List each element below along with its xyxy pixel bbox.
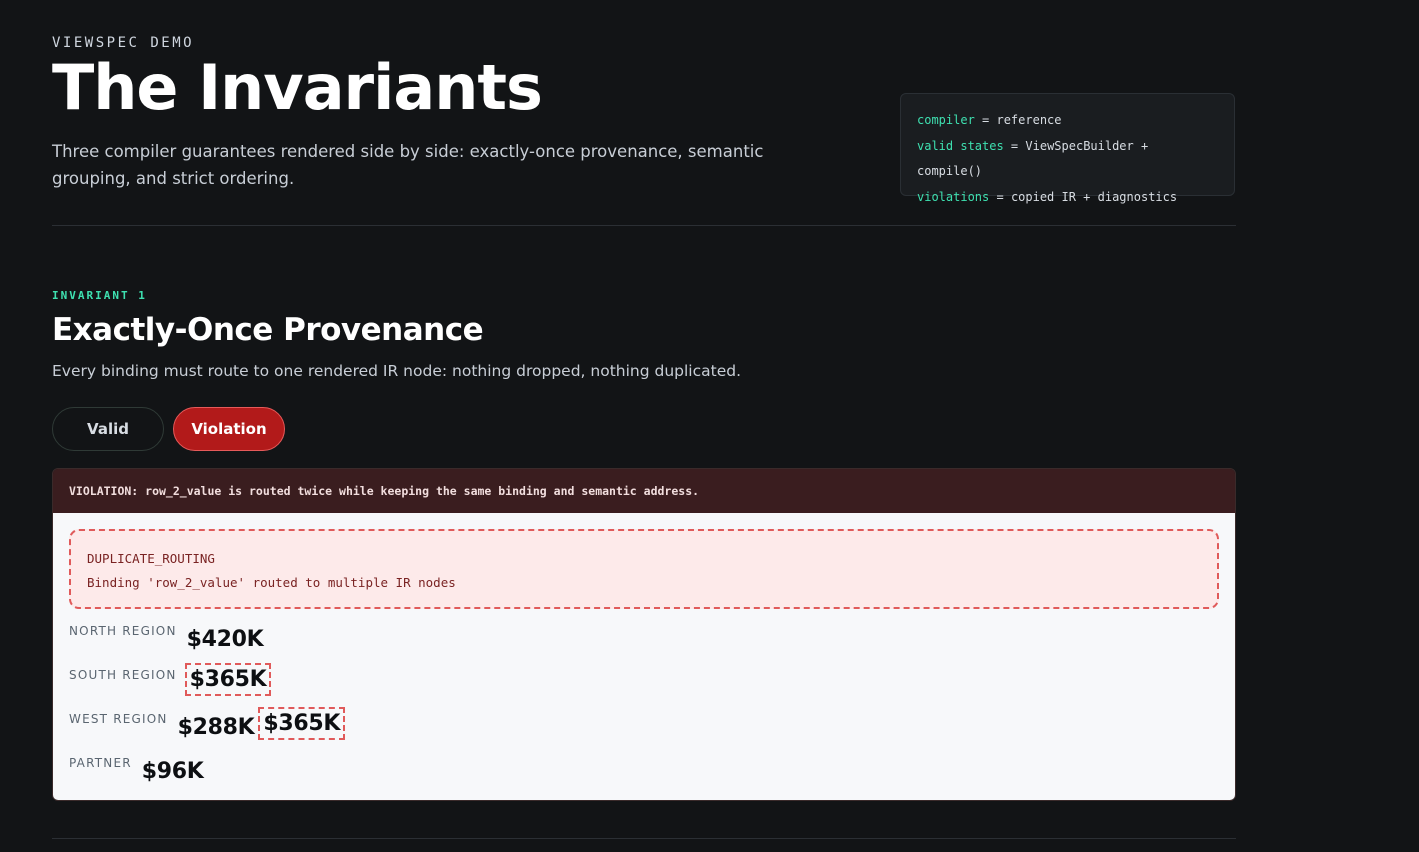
code-op: = [989,189,1011,204]
metric-label: NORTH REGION [69,624,177,638]
metric-value: $288K [177,715,255,740]
code-line-compiler: compiler = reference [917,108,1218,134]
violation-toggle-button[interactable]: Violation [173,407,285,451]
section-eyebrow: INVARIANT 1 [52,289,147,302]
code-op: = [974,113,997,127]
section-title: Exactly-Once Provenance [52,312,484,348]
metric-row-partner: PARTNER $96K [69,753,1219,797]
metric-rows: NORTH REGION $420K SOUTH REGION $365K WE… [69,621,1219,797]
metric-value: $420K [186,627,264,652]
code-value: reference [996,113,1062,127]
page-intro: Three compiler guarantees rendered side … [52,142,764,188]
section-divider [52,838,1236,839]
code-line-valid-states: valid states = ViewSpecBuilder + compile… [917,134,1218,185]
violation-banner: VIOLATION: row_2_value is routed twice w… [53,469,1235,513]
code-card: compiler = reference valid states = View… [900,93,1235,204]
metric-row-west: WEST REGION $288K $365K [69,707,1219,753]
code-op: = [1003,138,1026,153]
metric-label: PARTNER [69,756,132,770]
metric-row-north: NORTH REGION $420K [69,621,1219,665]
header-divider [52,225,1236,226]
diagnostic-code: DUPLICATE_ROUTING [87,551,215,566]
code-key: valid states [917,138,1004,153]
metric-value-duplicate: $365K [258,707,346,740]
metric-row-south: SOUTH REGION $365K [69,663,1219,709]
violation-panel: VIOLATION: row_2_value is routed twice w… [52,468,1236,801]
code-key: violations [917,189,990,204]
code-value: copied IR + diagnostics [1010,189,1178,204]
panel-body: DUPLICATE_ROUTING Binding 'row_2_value' … [53,513,1235,800]
page-title: The Invariants [52,51,543,124]
metric-value-flagged: $365K [184,663,272,696]
diagnostic-message: Binding 'row_2_value' routed to multiple… [87,575,456,590]
code-key: compiler [917,113,975,127]
metric-value: $96K [141,759,204,784]
page-eyebrow: VIEWSPEC DEMO [52,35,195,51]
diagnostic-box: DUPLICATE_ROUTING Binding 'row_2_value' … [69,529,1219,609]
metric-label: SOUTH REGION [69,668,177,682]
section-description: Every binding must route to one rendered… [52,362,742,380]
metric-label: WEST REGION [69,712,168,726]
valid-toggle-button[interactable]: Valid [52,407,164,451]
code-line-violations: violations = copied IR + diagnostics [917,185,1218,211]
